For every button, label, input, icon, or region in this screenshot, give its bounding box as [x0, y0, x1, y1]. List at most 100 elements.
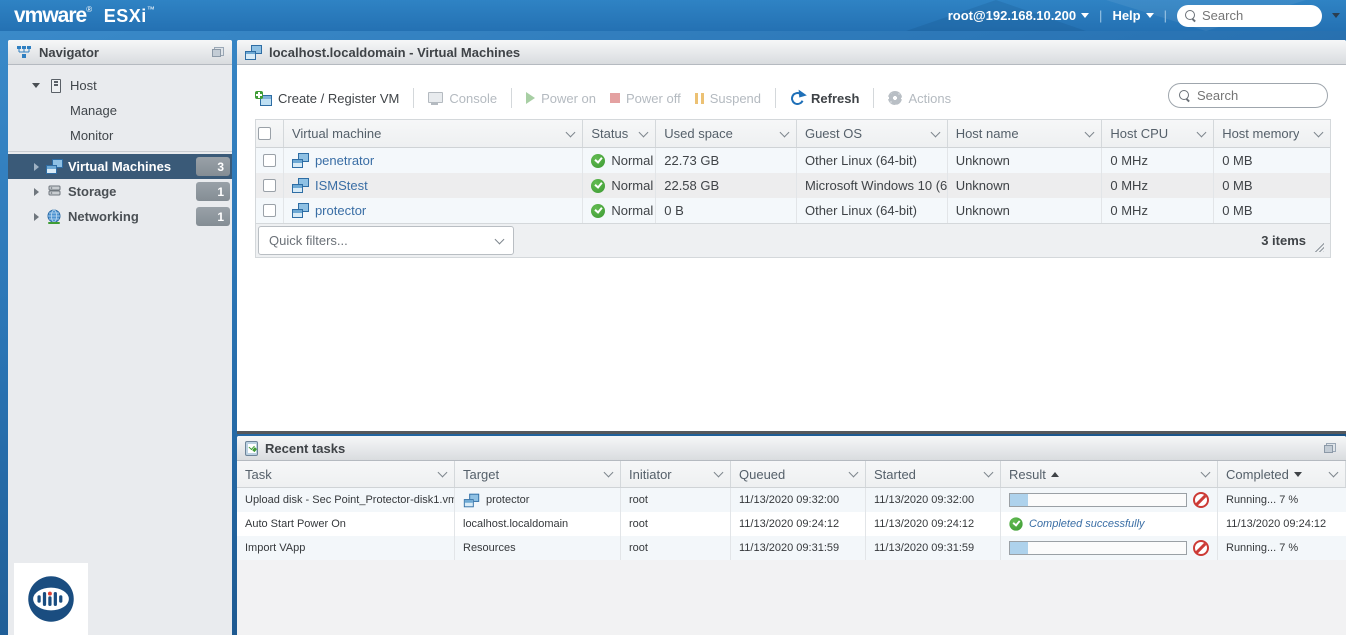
navigator-tree-icon — [16, 45, 32, 59]
progress-bar — [1009, 493, 1187, 507]
quick-filters-select[interactable]: Quick filters... — [258, 226, 514, 255]
task-row[interactable]: Upload disk - Sec Point_Protector-disk1.… — [237, 488, 1346, 512]
task-row[interactable]: Import VApp Resources root 11/13/2020 09… — [237, 536, 1346, 560]
chevron-down-icon — [1146, 13, 1154, 18]
vm-name-link[interactable]: ISMStest — [315, 178, 368, 193]
sidebar-item-virtual-machines[interactable]: Virtual Machines 3 — [8, 154, 232, 179]
chevron-down-icon[interactable] — [1329, 468, 1339, 478]
chevron-down-icon[interactable] — [604, 468, 614, 478]
panel-splitter[interactable] — [237, 431, 1346, 434]
column-header-host-memory[interactable]: Host memory — [1214, 120, 1330, 147]
row-checkbox[interactable] — [263, 204, 276, 217]
used-space-cell: 0 B — [656, 198, 797, 223]
column-header-result[interactable]: Result — [1001, 461, 1218, 487]
column-header-host-name[interactable]: Host name — [948, 120, 1103, 147]
secpoint-logo — [14, 563, 88, 635]
chevron-collapsed-icon[interactable] — [34, 213, 39, 221]
navigator-title: Navigator — [39, 45, 99, 60]
create-register-vm-button[interactable]: Create / Register VM — [255, 91, 399, 106]
search-dropdown-icon[interactable] — [1332, 13, 1340, 18]
global-search[interactable] — [1177, 5, 1322, 27]
status-text: Normal — [611, 178, 653, 193]
column-label: Host name — [956, 126, 1019, 141]
sidebar-item-host[interactable]: Host — [8, 73, 232, 98]
vm-table-header: Virtual machine Status Used space Guest … — [256, 119, 1330, 148]
column-header-virtual-machine[interactable]: Virtual machine — [284, 120, 583, 147]
sidebar-item-manage[interactable]: Manage — [8, 98, 232, 123]
sidebar-item-monitor[interactable]: Monitor — [8, 123, 232, 148]
popout-icon[interactable] — [1324, 443, 1336, 453]
button-label: Refresh — [811, 91, 859, 106]
vm-name-link[interactable]: penetrator — [315, 153, 374, 168]
chevron-down-icon[interactable] — [780, 127, 790, 137]
column-header-guest-os[interactable]: Guest OS — [797, 120, 948, 147]
table-row[interactable]: protector Normal 0 B Other Linux (64-bit… — [256, 198, 1330, 223]
console-button[interactable]: Console — [428, 91, 497, 106]
chevron-down-icon[interactable] — [984, 468, 994, 478]
chevron-down-icon[interactable] — [930, 127, 940, 137]
chevron-down-icon[interactable] — [1201, 468, 1211, 478]
power-off-button[interactable]: Power off — [610, 91, 681, 106]
user-menu[interactable]: root@192.168.10.200 — [948, 8, 1089, 23]
vm-icon — [46, 159, 63, 174]
sidebar-item-storage[interactable]: Storage 1 — [8, 179, 232, 204]
table-row[interactable]: ISMStest Normal 22.58 GB Microsoft Windo… — [256, 173, 1330, 198]
column-header-initiator[interactable]: Initiator — [621, 461, 731, 487]
task-started-cell: 11/13/2020 09:31:59 — [866, 536, 1001, 560]
column-header-status[interactable]: Status — [583, 120, 656, 147]
host-cpu-cell: 0 MHz — [1102, 198, 1214, 223]
power-on-button[interactable]: Power on — [526, 91, 596, 106]
chevron-down-icon[interactable] — [639, 127, 649, 137]
cancel-task-icon[interactable] — [1193, 540, 1209, 556]
chevron-down-icon[interactable] — [1197, 127, 1207, 137]
create-vm-icon — [255, 91, 272, 106]
row-checkbox[interactable] — [263, 154, 276, 167]
chevron-collapsed-icon[interactable] — [34, 163, 39, 171]
chevron-down-icon[interactable] — [1314, 127, 1324, 137]
actions-button[interactable]: Actions — [888, 91, 951, 106]
brand-vmware: vmware — [14, 4, 86, 27]
resize-grip-icon[interactable] — [1313, 241, 1324, 252]
column-header-task[interactable]: Task — [237, 461, 455, 487]
quick-filters-label: Quick filters... — [269, 233, 348, 248]
row-checkbox[interactable] — [263, 179, 276, 192]
global-search-input[interactable] — [1202, 8, 1302, 23]
vm-search-input[interactable] — [1197, 88, 1307, 103]
popout-icon[interactable] — [212, 47, 224, 57]
chevron-down-icon[interactable] — [714, 468, 724, 478]
select-all-checkbox[interactable] — [258, 127, 271, 140]
count-badge: 1 — [196, 207, 230, 226]
task-row[interactable]: Auto Start Power On localhost.localdomai… — [237, 512, 1346, 536]
cancel-task-icon[interactable] — [1193, 492, 1209, 508]
column-header-used-space[interactable]: Used space — [656, 120, 797, 147]
host-name-cell: Unknown — [948, 173, 1103, 198]
chevron-down-icon[interactable] — [1085, 127, 1095, 137]
task-queued-cell: 11/13/2020 09:32:00 — [731, 488, 866, 512]
column-header-target[interactable]: Target — [455, 461, 621, 487]
button-label: Console — [449, 91, 497, 106]
help-menu[interactable]: Help — [1112, 8, 1153, 23]
divider — [8, 151, 232, 152]
column-label: Host CPU — [1110, 126, 1168, 141]
power-off-icon — [610, 93, 620, 103]
refresh-button[interactable]: Refresh — [790, 91, 859, 106]
suspend-button[interactable]: Suspend — [695, 91, 761, 106]
column-header-started[interactable]: Started — [866, 461, 1001, 487]
chevron-collapsed-icon[interactable] — [34, 188, 39, 196]
host-memory-cell: 0 MB — [1214, 148, 1330, 173]
filter-bar: Quick filters... 3 items — [255, 224, 1331, 258]
chevron-expanded-icon[interactable] — [32, 83, 40, 88]
chevron-down-icon[interactable] — [566, 127, 576, 137]
vm-name-link[interactable]: protector — [315, 203, 366, 218]
sidebar-item-label: Monitor — [70, 128, 113, 143]
chevron-down-icon[interactable] — [849, 468, 859, 478]
sidebar-item-networking[interactable]: Networking 1 — [8, 204, 232, 229]
table-row[interactable]: penetrator Normal 22.73 GB Other Linux (… — [256, 148, 1330, 173]
button-label: Suspend — [710, 91, 761, 106]
column-header-host-cpu[interactable]: Host CPU — [1102, 120, 1214, 147]
button-label: Power on — [541, 91, 596, 106]
column-header-queued[interactable]: Queued — [731, 461, 866, 487]
vm-search[interactable] — [1168, 83, 1328, 108]
column-header-completed[interactable]: Completed — [1218, 461, 1346, 487]
chevron-down-icon[interactable] — [438, 468, 448, 478]
